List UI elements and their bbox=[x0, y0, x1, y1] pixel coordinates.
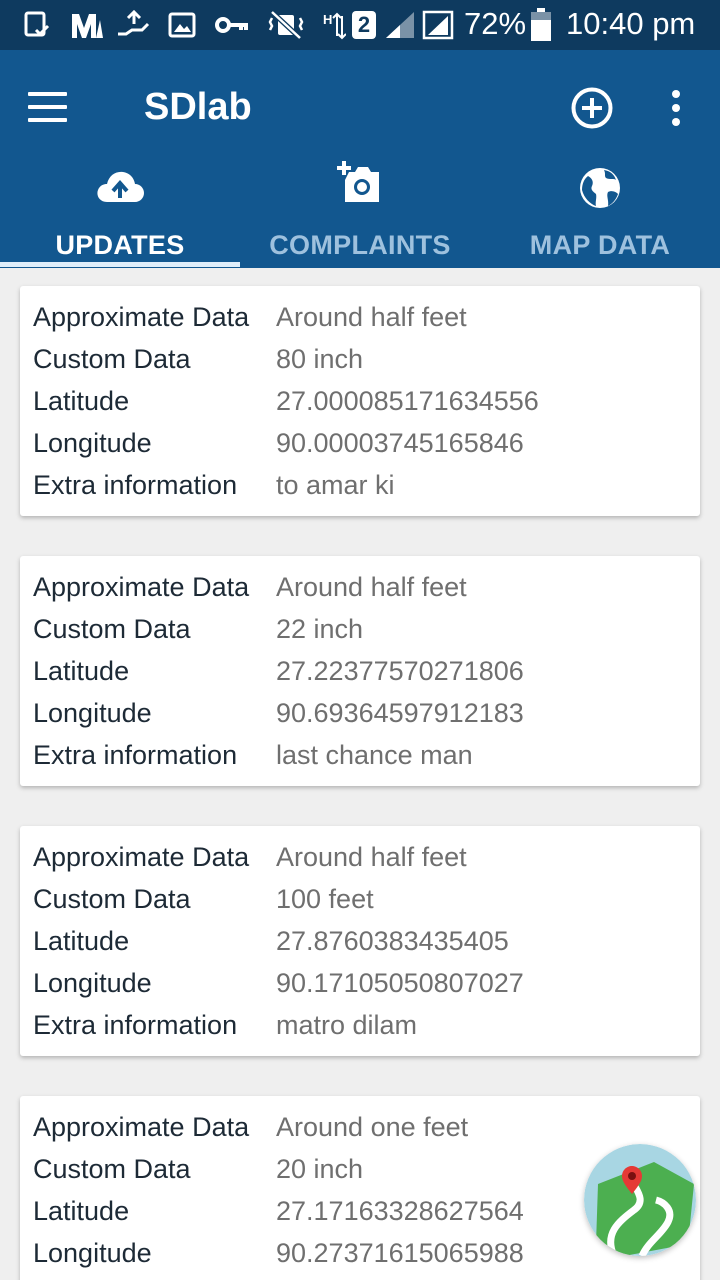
update-card[interactable]: Approximate Data Around half feet Custom… bbox=[20, 556, 700, 786]
field-value: 20 inch bbox=[276, 1154, 364, 1184]
field-label: Extra information bbox=[33, 740, 238, 770]
menu-icon bbox=[28, 92, 67, 96]
field-label: Approximate Data bbox=[33, 572, 250, 602]
app-title: SDlab bbox=[144, 86, 252, 128]
tab-complaints-label: COMPLAINTS bbox=[269, 230, 451, 260]
tab-complaints[interactable]: COMPLAINTS bbox=[240, 160, 480, 268]
tab-updates-label: UPDATES bbox=[55, 230, 185, 260]
field-value: 27.8760383435405 bbox=[276, 926, 509, 956]
app-m-notification-icon bbox=[72, 14, 103, 38]
field-label: Approximate Data bbox=[33, 1112, 250, 1142]
field-label: Custom Data bbox=[33, 614, 191, 644]
battery-percent: 72% bbox=[464, 6, 527, 41]
field-value: matro dilam bbox=[276, 1010, 418, 1040]
tab-updates[interactable]: UPDATES bbox=[0, 160, 240, 268]
svg-text:H: H bbox=[323, 12, 332, 27]
field-value: last chance man bbox=[276, 740, 473, 770]
field-label: Latitude bbox=[33, 1196, 130, 1226]
field-label: Custom Data bbox=[33, 1154, 191, 1184]
field-label: Extra information bbox=[33, 1010, 238, 1040]
image-icon bbox=[168, 12, 196, 38]
field-value: Around half feet bbox=[276, 842, 467, 872]
field-label: Custom Data bbox=[33, 884, 191, 914]
field-value: 80 inch bbox=[276, 344, 364, 374]
globe-icon bbox=[580, 168, 620, 208]
tab-map-data[interactable]: MAP DATA bbox=[480, 160, 720, 268]
map-fab-button[interactable] bbox=[584, 1144, 696, 1256]
field-label: Longitude bbox=[33, 1238, 152, 1268]
upload-hand-icon bbox=[118, 10, 150, 36]
field-label: Longitude bbox=[33, 428, 152, 458]
update-card[interactable]: Approximate Data Around half feet Custom… bbox=[20, 826, 700, 1056]
field-value: to amar ki bbox=[276, 470, 395, 500]
field-label: Longitude bbox=[33, 698, 152, 728]
field-value: 27.000085171634556 bbox=[276, 386, 539, 416]
field-label: Approximate Data bbox=[33, 302, 250, 332]
field-label: Latitude bbox=[33, 926, 130, 956]
field-value: 90.00003745165846 bbox=[276, 428, 524, 458]
field-value: Around half feet bbox=[276, 572, 467, 602]
menu-button[interactable] bbox=[28, 92, 68, 122]
field-value: Around half feet bbox=[276, 302, 467, 332]
add-circle-icon[interactable] bbox=[570, 86, 614, 130]
add-photo-icon bbox=[337, 161, 379, 202]
vibrate-mute-icon bbox=[268, 10, 304, 40]
field-label: Custom Data bbox=[33, 344, 191, 374]
data-transfer-icon: H bbox=[323, 12, 346, 40]
status-bar: H 2 72% 10:40 pm bbox=[0, 0, 720, 50]
field-value: 90.27371615065988 bbox=[276, 1238, 524, 1268]
updates-list[interactable]: Approximate Data Around half feet Custom… bbox=[0, 268, 720, 1280]
clock: 10:40 pm bbox=[566, 6, 696, 41]
app-bar: SDlab UPDATES COMPLAINTS MAP DATA bbox=[0, 50, 720, 268]
update-card[interactable]: Approximate Data Around half feet Custom… bbox=[20, 286, 700, 516]
field-value: Around one feet bbox=[276, 1112, 469, 1142]
screenshot-notification-icon bbox=[24, 11, 50, 37]
field-value: 27.17163328627564 bbox=[276, 1196, 524, 1226]
map-pin-icon bbox=[584, 1144, 696, 1256]
vpn-key-icon bbox=[215, 17, 248, 33]
field-value: 90.69364597912183 bbox=[276, 698, 524, 728]
cloud-upload-icon bbox=[97, 171, 144, 202]
field-value: 22 inch bbox=[276, 614, 364, 644]
tab-map-data-label: MAP DATA bbox=[529, 230, 671, 260]
signal-icon bbox=[386, 12, 414, 38]
field-value: 90.17105050807027 bbox=[276, 968, 524, 998]
sim-badge: 2 bbox=[352, 11, 376, 39]
battery-icon bbox=[531, 8, 551, 41]
signal-sim2-icon bbox=[422, 10, 454, 40]
field-value: 100 feet bbox=[276, 884, 374, 914]
field-label: Extra information bbox=[33, 470, 238, 500]
field-label: Latitude bbox=[33, 656, 130, 686]
field-label: Approximate Data bbox=[33, 842, 250, 872]
more-vert-icon[interactable] bbox=[664, 88, 688, 128]
field-label: Longitude bbox=[33, 968, 152, 998]
field-label: Latitude bbox=[33, 386, 130, 416]
tab-indicator bbox=[0, 262, 240, 267]
field-value: 27.22377570271806 bbox=[276, 656, 524, 686]
